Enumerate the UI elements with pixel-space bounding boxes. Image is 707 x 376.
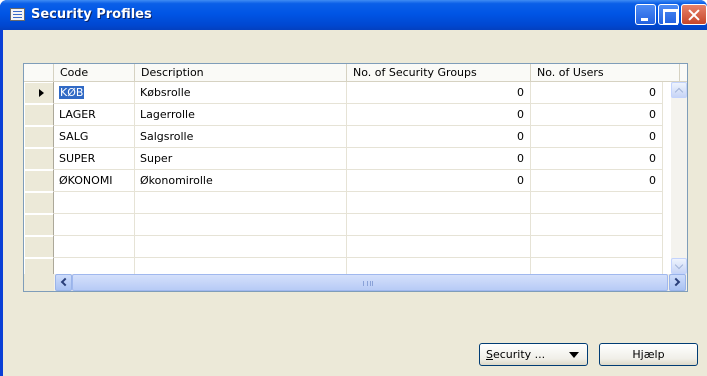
empty-cell[interactable]: [347, 258, 531, 275]
security-profiles-window: Security Profiles Code Description No. o…: [0, 0, 707, 376]
scroll-right-button[interactable]: [669, 274, 686, 291]
row-indicator-column: [24, 82, 54, 280]
empty-cell[interactable]: [531, 236, 663, 258]
scroll-up-button[interactable]: [671, 82, 687, 98]
row-selector[interactable]: [24, 214, 54, 236]
cell-users[interactable]: 0: [531, 104, 663, 126]
cell-code[interactable]: KØB: [54, 82, 135, 104]
close-button[interactable]: [681, 4, 707, 25]
horizontal-scroll-thumb[interactable]: [72, 274, 668, 291]
chevron-down-icon: [674, 260, 684, 270]
chevron-up-icon: [674, 87, 684, 97]
current-row-arrow-icon: [39, 89, 44, 97]
security-button-mnemonic: S: [486, 348, 493, 361]
maximize-button[interactable]: [658, 4, 679, 25]
empty-cell[interactable]: [135, 258, 347, 275]
cell-security-groups[interactable]: 0: [347, 170, 531, 192]
horizontal-scrollbar[interactable]: [24, 274, 687, 291]
cell-users[interactable]: 0: [531, 170, 663, 192]
cell-code[interactable]: SUPER: [54, 148, 135, 170]
empty-cell[interactable]: [54, 258, 135, 275]
help-button[interactable]: Hjælp: [599, 343, 698, 366]
scrollbar-corner: [24, 274, 54, 291]
cell-users[interactable]: 0: [531, 148, 663, 170]
row-selector[interactable]: [24, 192, 54, 214]
cell-description[interactable]: Købsrolle: [135, 82, 347, 104]
cell-security-groups[interactable]: 0: [347, 104, 531, 126]
empty-cell[interactable]: [135, 214, 347, 236]
row-selector[interactable]: [24, 148, 54, 170]
window-title: Security Profiles: [31, 7, 152, 22]
column-header-users[interactable]: No. of Users: [531, 64, 680, 82]
empty-cell[interactable]: [135, 192, 347, 214]
cell-code[interactable]: LAGER: [54, 104, 135, 126]
empty-cell[interactable]: [54, 236, 135, 258]
row-selector[interactable]: [24, 236, 54, 258]
empty-cell[interactable]: [135, 236, 347, 258]
empty-cell[interactable]: [347, 214, 531, 236]
header-indicator-cell: [24, 64, 54, 82]
cell-description[interactable]: Lagerrolle: [135, 104, 347, 126]
cell-security-groups[interactable]: 0: [347, 82, 531, 104]
empty-cell[interactable]: [531, 214, 663, 236]
empty-cell[interactable]: [54, 214, 135, 236]
empty-cell[interactable]: [347, 192, 531, 214]
row-selector[interactable]: [24, 126, 54, 148]
security-profiles-table[interactable]: Code Description No. of Security Groups …: [23, 63, 688, 292]
row-selector[interactable]: [24, 170, 54, 192]
column-header-code[interactable]: Code: [54, 64, 135, 82]
vertical-scrollbar[interactable]: [671, 82, 687, 274]
cell-code[interactable]: ØKONOMI: [54, 170, 135, 192]
row-selector[interactable]: [24, 82, 54, 104]
scroll-down-button[interactable]: [671, 258, 687, 274]
table-form-icon: [10, 8, 25, 21]
dropdown-arrow-icon: [569, 352, 579, 358]
cell-description[interactable]: Super: [135, 148, 347, 170]
cell-security-groups[interactable]: 0: [347, 148, 531, 170]
cell-description[interactable]: Salgsrolle: [135, 126, 347, 148]
security-button-label: ecurity ...: [492, 348, 546, 361]
column-header-security-groups[interactable]: No. of Security Groups: [347, 64, 531, 82]
minimize-button[interactable]: [635, 4, 656, 25]
chevron-right-icon: [671, 277, 681, 287]
empty-cell[interactable]: [347, 236, 531, 258]
cell-users[interactable]: 0: [531, 82, 663, 104]
title-bar[interactable]: Security Profiles: [0, 0, 707, 30]
row-selector[interactable]: [24, 104, 54, 126]
column-header-description[interactable]: Description: [135, 64, 347, 82]
grip-icon: [363, 281, 373, 286]
empty-cell[interactable]: [531, 258, 663, 275]
scroll-left-button[interactable]: [55, 274, 72, 291]
cell-users[interactable]: 0: [531, 126, 663, 148]
window-client-area: Code Description No. of Security Groups …: [3, 30, 707, 376]
table-header: Code Description No. of Security Groups …: [24, 64, 687, 82]
chevron-left-icon: [60, 277, 70, 287]
cell-description[interactable]: Økonomirolle: [135, 170, 347, 192]
empty-cell[interactable]: [54, 192, 135, 214]
security-menu-button[interactable]: Security ...: [479, 343, 588, 366]
empty-cell[interactable]: [531, 192, 663, 214]
cell-security-groups[interactable]: 0: [347, 126, 531, 148]
cell-code[interactable]: SALG: [54, 126, 135, 148]
selected-code-text[interactable]: KØB: [59, 86, 85, 99]
